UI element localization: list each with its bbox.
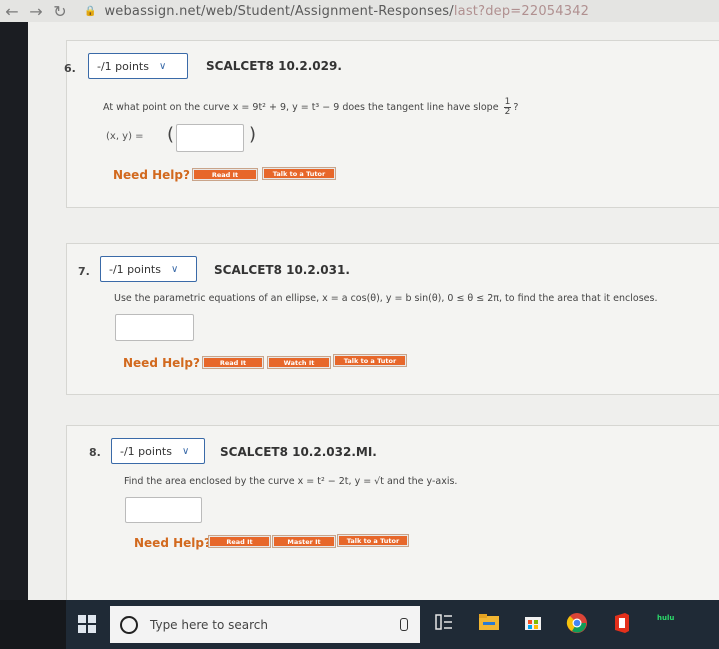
url-main: webassign.net/web/Student/Assignment-Res… — [104, 3, 454, 19]
question-code: SCALCET8 10.2.029. — [206, 59, 342, 73]
talk-to-tutor-button[interactable]: Talk to a Tutor — [262, 167, 336, 180]
points-label: -/1 points — [120, 444, 172, 458]
slope-denominator: 2 — [504, 107, 511, 117]
chevron-down-icon: ∨ — [170, 263, 179, 275]
points-dropdown[interactable]: -/1 points ∨ — [111, 438, 205, 464]
answer-input[interactable] — [176, 124, 244, 152]
watch-it-button[interactable]: Watch It — [267, 356, 331, 369]
need-help-label: Need Help? — [134, 536, 211, 550]
answer-label: (x, y) = — [106, 131, 144, 142]
taskbar-search[interactable]: Type here to search — [110, 606, 420, 643]
browser-toolbar: ← → ↻ 🔒 webassign.net/web/Student/Assign… — [0, 0, 719, 22]
question-number: 8. — [89, 446, 101, 459]
question-number: 7. — [78, 265, 90, 278]
cortana-circle-icon — [120, 615, 138, 634]
master-it-button[interactable]: Master It — [272, 535, 336, 548]
slope-fraction: 12 — [503, 98, 512, 117]
screen-bezel — [0, 22, 28, 649]
question-number: 6. — [64, 62, 76, 75]
chevron-down-icon: ∨ — [181, 445, 190, 457]
need-help-label: Need Help? — [113, 168, 190, 182]
url-tail: last?dep=22054342 — [453, 3, 590, 19]
points-label: -/1 points — [109, 262, 161, 276]
file-explorer-icon[interactable] — [478, 612, 499, 632]
question-text-prefix: At what point on the curve — [103, 102, 233, 113]
open-paren: ( — [167, 124, 175, 145]
close-paren: ) — [249, 124, 257, 145]
points-dropdown[interactable]: -/1 points ∨ — [88, 53, 188, 79]
reload-icon[interactable]: ↻ — [48, 2, 72, 21]
task-view-icon[interactable] — [434, 612, 454, 632]
office-icon[interactable] — [612, 612, 632, 633]
windows-start-icon[interactable] — [78, 615, 96, 633]
talk-to-tutor-button[interactable]: Talk to a Tutor — [337, 534, 409, 547]
back-arrow-icon[interactable]: ← — [0, 2, 24, 21]
read-it-button[interactable]: Read It — [202, 356, 264, 369]
question-code: SCALCET8 10.2.031. — [214, 263, 350, 277]
need-help-label: Need Help? — [123, 356, 200, 370]
chevron-down-icon: ∨ — [158, 60, 167, 72]
question-text: Find the area enclosed by the curve x = … — [124, 476, 458, 487]
microphone-icon[interactable] — [400, 618, 408, 631]
question-text: Use the parametric equations of an ellip… — [114, 293, 658, 304]
lock-icon: 🔒 — [84, 5, 97, 17]
read-it-button[interactable]: Read It — [208, 535, 271, 548]
equation-y: y = t³ − 9 — [292, 102, 340, 113]
question-text-mid: does the tangent line have slope — [342, 102, 502, 113]
read-it-button[interactable]: Read It — [192, 168, 258, 181]
question-text: At what point on the curve x = 9t² + 9, … — [103, 98, 518, 117]
screen-bezel-bottom — [0, 600, 66, 649]
question-mark: ? — [513, 102, 519, 113]
answer-input[interactable] — [115, 314, 194, 341]
points-label: -/1 points — [97, 59, 149, 73]
address-bar[interactable]: webassign.net/web/Student/Assignment-Res… — [104, 4, 589, 19]
search-placeholder: Type here to search — [150, 617, 268, 632]
talk-to-tutor-button[interactable]: Talk to a Tutor — [333, 354, 407, 367]
hulu-label[interactable]: hulu — [657, 614, 674, 622]
equation-x: x = 9t² + 9, — [232, 102, 290, 113]
points-dropdown[interactable]: -/1 points ∨ — [100, 256, 197, 282]
answer-input[interactable] — [125, 497, 202, 523]
store-icon[interactable] — [523, 612, 543, 632]
chrome-icon[interactable] — [566, 612, 587, 633]
forward-arrow-icon[interactable]: → — [24, 2, 48, 21]
question-code: SCALCET8 10.2.032.MI. — [220, 445, 377, 459]
